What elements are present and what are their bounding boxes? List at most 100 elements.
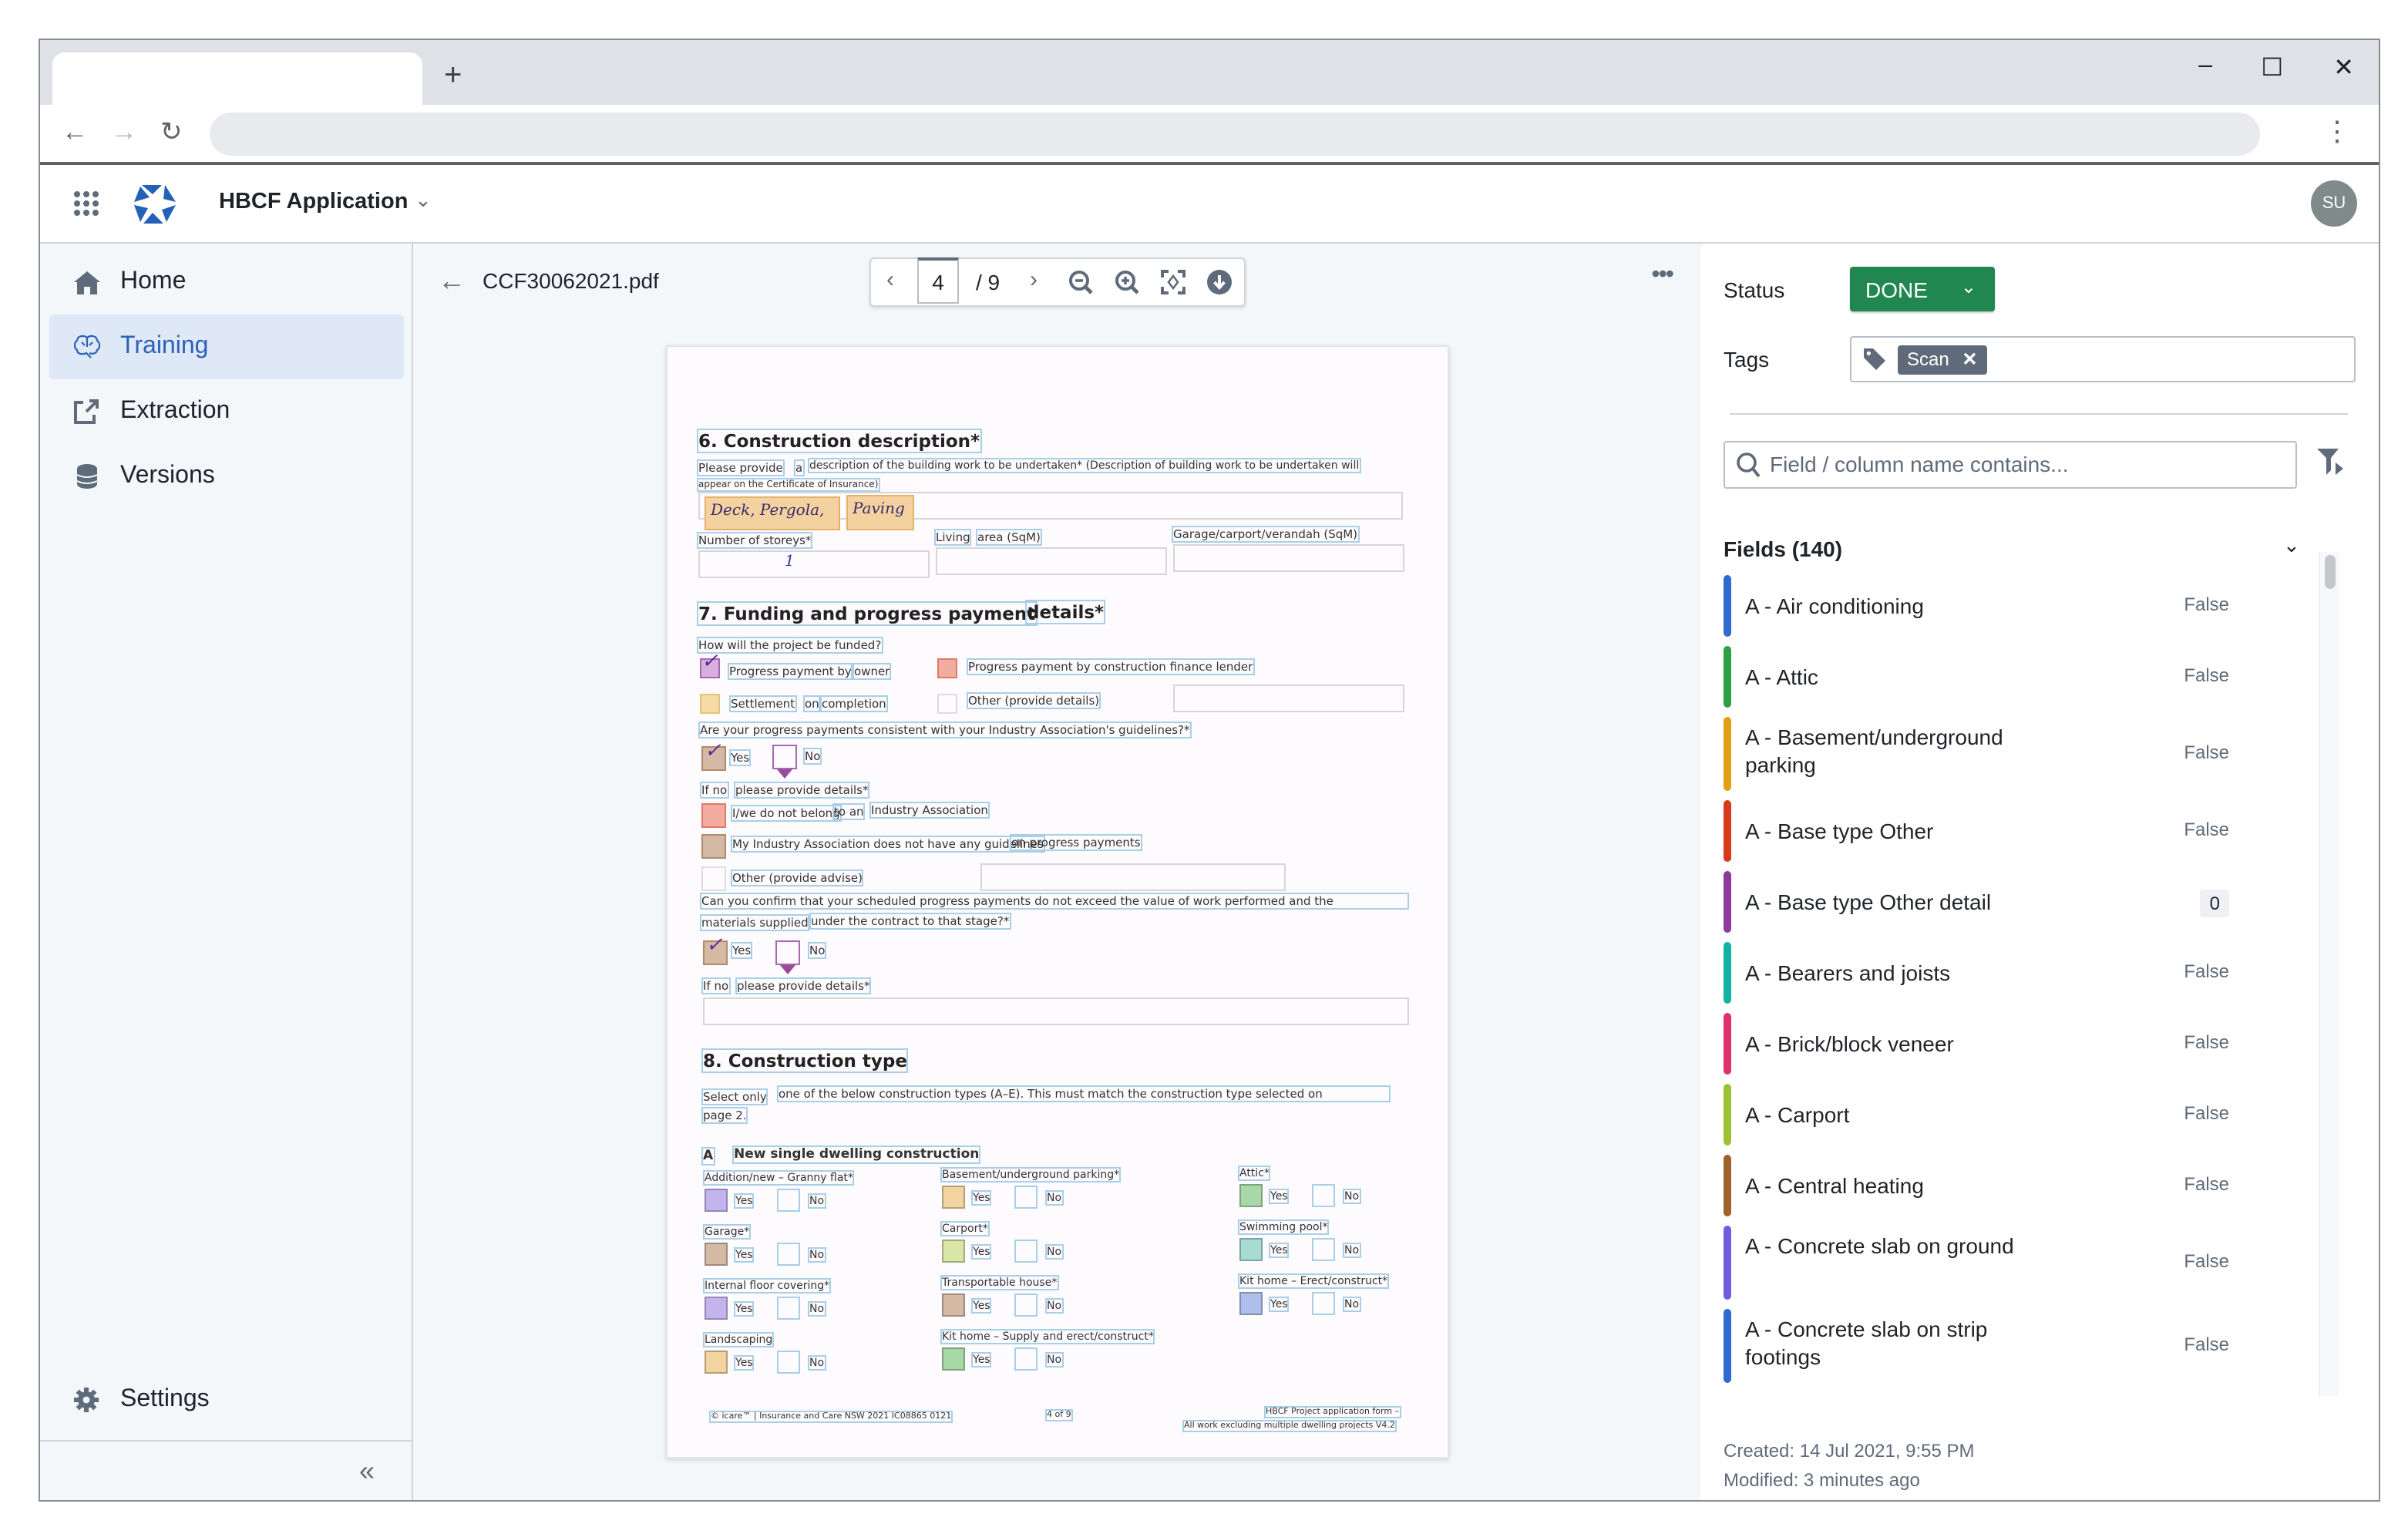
new-tab-button[interactable]: + (444, 59, 462, 94)
opt-noguide-b: on progress payments (1010, 834, 1142, 851)
field-row[interactable]: A - Base type Other False (1724, 800, 2309, 862)
field-row[interactable]: A - Bearers and joists False (1724, 942, 2309, 1004)
gear-icon (71, 1388, 102, 1412)
zoom-in-icon[interactable] (1115, 270, 1139, 294)
download-icon[interactable] (1207, 270, 1232, 294)
garage-label: Garage/carport/verandah (SqM) (1172, 526, 1360, 543)
field-color-bar (1724, 717, 1731, 791)
status-label: Status (1724, 278, 1785, 302)
address-bar[interactable] (210, 113, 2260, 156)
user-avatar[interactable]: SU (2311, 180, 2357, 227)
sidebar-item-settings[interactable]: Settings (49, 1367, 404, 1432)
sidebar-item-extraction[interactable]: Extraction (49, 379, 404, 444)
field-row[interactable]: A - Central heating False (1724, 1155, 2309, 1216)
forward-button[interactable]: → (111, 117, 137, 148)
sidebar-item-label: Versions (120, 463, 215, 489)
sidebar-item-training[interactable]: Training (49, 315, 404, 379)
field-value: False (2184, 960, 2229, 982)
collapse-fields-chevron-icon[interactable]: ⌄ (2283, 533, 2300, 558)
tag-icon (1864, 348, 1885, 370)
no-label: No (807, 942, 827, 959)
page-footer-form-a: HBCF Project application form – (1264, 1406, 1401, 1418)
field-row[interactable]: A - Concrete slab on strip footings False (1724, 1309, 2309, 1383)
browser-tab[interactable] (52, 52, 422, 105)
checkbox-yes (1239, 1292, 1263, 1315)
fit-screen-icon[interactable] (1161, 270, 1186, 294)
maximize-button[interactable]: ☐ (2261, 52, 2283, 83)
more-options-button[interactable]: ••• (1651, 262, 1674, 290)
database-icon (71, 464, 102, 489)
construction-type-label: Internal floor covering* (702, 1278, 832, 1293)
chevron-right-icon[interactable]: › (1030, 267, 1038, 293)
remove-tag-icon[interactable]: ✕ (1962, 348, 1977, 370)
construction-type-label: Transportable house* (940, 1275, 1059, 1290)
tags-input[interactable]: Scan ✕ (1850, 336, 2356, 382)
field-row[interactable]: A - Air conditioning False (1724, 575, 2309, 637)
sidebar-item-versions[interactable]: Versions (49, 444, 404, 509)
tab-strip: + – ☐ ✕ (40, 40, 2379, 105)
brain-icon (71, 335, 102, 359)
app-switcher-chevron-icon[interactable]: ⌄ (415, 188, 432, 213)
page-number-input[interactable]: 4 (917, 257, 959, 304)
field-color-bar (1724, 1084, 1731, 1145)
field-name: A - Carport (1745, 1102, 1850, 1127)
app-title[interactable]: HBCF Application (219, 190, 408, 214)
field-row[interactable]: A - Basement/underground parking False (1724, 717, 2309, 791)
checkbox-yes (705, 1297, 728, 1320)
s6-prompt-a: Please provide (697, 459, 785, 476)
field-name: A - Base type Other (1745, 819, 1934, 843)
page-total: / 9 (976, 270, 1001, 294)
field-row[interactable]: A - Attic False (1724, 646, 2309, 708)
search-placeholder: Field / column name contains... (1770, 452, 2069, 476)
opt-settle-c: completion (820, 695, 888, 712)
scrollbar-thumb[interactable] (2325, 555, 2336, 589)
checkbox-yes (942, 1293, 965, 1317)
check-mark-icon: ✓ (701, 651, 718, 674)
back-button[interactable]: ← (62, 117, 88, 148)
document-viewer: ← CCF30062021.pdf ‹ 4 / 9 › ••• 6. Const… (413, 244, 1700, 1500)
collapse-sidebar-button[interactable]: « (359, 1455, 375, 1488)
app-launcher-icon[interactable] (74, 191, 99, 216)
checkbox-yes (705, 1351, 728, 1374)
field-color-bar (1724, 1309, 1731, 1383)
filter-icon[interactable] (2317, 449, 2345, 476)
checkbox-yes (705, 1243, 728, 1266)
field-row[interactable]: A - Base type Other detail 0 (1724, 871, 2309, 933)
status-dropdown[interactable]: DONE ⌄ (1850, 267, 1995, 311)
zoom-out-icon[interactable] (1068, 270, 1093, 294)
field-value: False (2184, 1334, 2229, 1355)
field-row[interactable]: A - Concrete slab on ground False (1724, 1226, 2309, 1300)
minimize-button[interactable]: – (2198, 52, 2212, 80)
field-color-bar (1724, 942, 1731, 1004)
checkbox-yes (1239, 1238, 1263, 1261)
close-window-button[interactable]: ✕ (2333, 52, 2354, 83)
field-name: A - Air conditioning (1745, 594, 1924, 618)
field-value: 0 (2200, 890, 2229, 917)
opt-noguide-a: My Industry Association does not have an… (731, 836, 1045, 853)
back-arrow-icon[interactable]: ← (438, 265, 466, 298)
checkbox-no (1312, 1184, 1335, 1207)
browser-menu-button[interactable]: ⋮ (2323, 116, 2351, 148)
ifno-a: If no (700, 782, 729, 799)
storeys-value: 1 (785, 553, 795, 570)
external-link-icon (71, 399, 102, 424)
sidebar-item-label: Training (120, 333, 209, 359)
field-search-input[interactable]: Field / column name contains... (1724, 441, 2297, 489)
reload-button[interactable]: ↻ (160, 117, 183, 148)
chevron-left-icon[interactable]: ‹ (886, 267, 894, 293)
sidebar-item-home[interactable]: Home (49, 250, 404, 315)
check-mark-icon: ✓ (705, 740, 721, 763)
opt-lender: Progress payment by construction finance… (967, 658, 1255, 675)
field-row[interactable]: A - Carport False (1724, 1084, 2309, 1145)
no-label: No (1343, 1243, 1360, 1258)
yes-label: Yes (728, 749, 752, 766)
field-row[interactable]: A - Brick/block veneer False (1724, 1013, 2309, 1075)
no-label: No (1343, 1189, 1360, 1204)
opt-settle-a: Settlement (729, 695, 797, 712)
living-label-b: area (SqM) (976, 529, 1042, 546)
field-color-bar (1724, 1013, 1731, 1075)
tag-label: Scan (1907, 348, 1949, 370)
no-label: No (802, 748, 822, 765)
fields-heading: Fields (140) (1724, 537, 1843, 561)
fields-scrollbar[interactable] (2319, 552, 2339, 1397)
